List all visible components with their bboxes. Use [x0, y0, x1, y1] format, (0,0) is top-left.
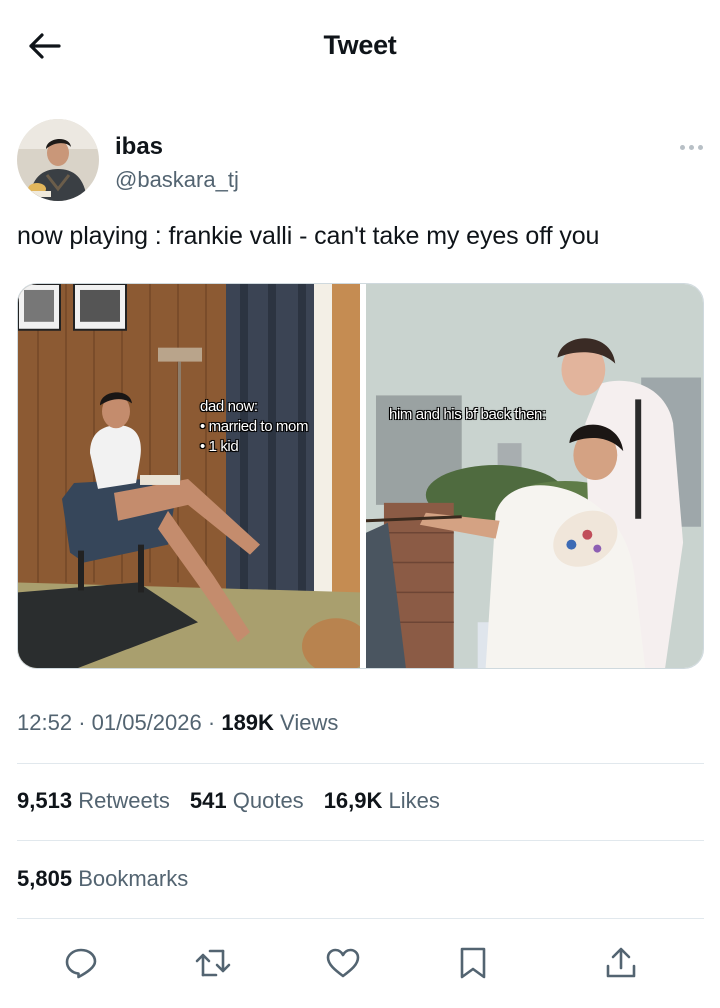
quotes-count: 541 [189, 788, 227, 813]
media-photo-right[interactable]: him and his bf back then: [366, 284, 703, 668]
like-icon [326, 948, 360, 978]
avatar[interactable] [17, 119, 99, 201]
bookmark-icon [460, 947, 486, 979]
quotes-label: Quotes [232, 788, 304, 813]
likes-stat[interactable]: 16,9K Likes [324, 788, 440, 814]
tweet-time[interactable]: 12:52 [17, 710, 72, 735]
more-horizontal-icon [679, 144, 685, 150]
likes-count: 16,9K [323, 788, 383, 813]
retweets-label: Retweets [78, 788, 170, 813]
tweet-date[interactable]: 01/05/2026 [92, 710, 202, 735]
divider [17, 763, 704, 764]
meme-caption-right: him and his bf back then: [389, 406, 546, 423]
meme-caption-left: dad now: • married to mom • 1 kid [200, 398, 309, 455]
share-button[interactable] [596, 938, 646, 988]
views-label: Views [280, 710, 339, 735]
meta-separator: · [78, 710, 86, 735]
views-count: 189K [221, 710, 274, 735]
reply-button[interactable] [56, 938, 106, 988]
bookmarks-stat[interactable]: 5,805 Bookmarks [17, 866, 188, 892]
quotes-stat[interactable]: 541 Quotes [190, 788, 304, 814]
tweet-timestamp: 12:52 · 01/05/2026 · 189K Views [17, 710, 338, 736]
media-photo-left[interactable]: dad now: • married to mom • 1 kid [18, 284, 360, 668]
like-button[interactable] [318, 938, 368, 988]
top-bar: Tweet [0, 0, 720, 92]
retweet-icon [195, 949, 231, 977]
tweet-text: now playing : frankie valli - can't take… [17, 222, 600, 250]
divider [17, 918, 704, 919]
page-title: Tweet [323, 30, 397, 60]
likes-label: Likes [388, 788, 440, 813]
meta-separator: · [207, 710, 216, 735]
bookmarks-label: Bookmarks [78, 866, 189, 891]
share-icon [606, 947, 636, 978]
tweet-media: dad now: • married to mom • 1 kid him an… [17, 283, 704, 669]
more-options-button[interactable] [675, 137, 707, 157]
author-display-name[interactable]: ibas [115, 133, 163, 161]
bookmark-button[interactable] [448, 938, 498, 988]
retweets-stat[interactable]: 9,513 Retweets [17, 788, 170, 814]
divider [17, 840, 704, 841]
retweet-button[interactable] [188, 938, 238, 988]
tweet-actions [0, 938, 720, 988]
bookmarks-count: 5,805 [17, 866, 73, 891]
retweets-count: 9,513 [17, 788, 73, 813]
engagement-stats: 9,513 Retweets 541 Quotes 16,9K Likes [17, 788, 440, 814]
reply-icon [65, 948, 97, 979]
author-handle[interactable]: @baskara_tj [115, 167, 239, 193]
tweet-author: ibas @baskara_tj [17, 119, 707, 203]
